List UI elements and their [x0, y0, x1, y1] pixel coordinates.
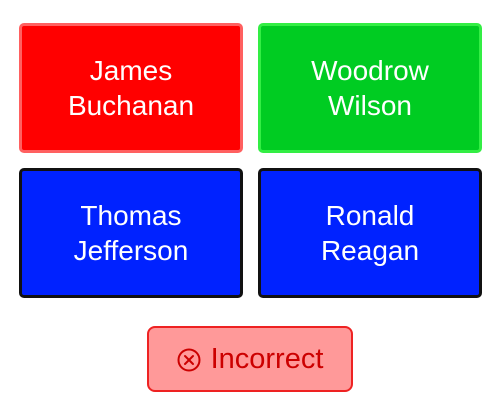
quiz-panel: James Buchanan Woodrow Wilson Thomas Jef… — [0, 0, 500, 412]
x-circle-icon — [177, 347, 201, 372]
answer-choice-label: James Buchanan — [67, 55, 195, 121]
answer-choice-button[interactable]: James Buchanan — [19, 23, 243, 153]
answer-choice-label: Woodrow Wilson — [311, 55, 429, 121]
answer-choice-label: Thomas Jefferson — [73, 200, 189, 266]
answer-choice-button[interactable]: Woodrow Wilson — [258, 23, 482, 153]
answer-choice-button[interactable]: Thomas Jefferson — [19, 168, 243, 298]
answer-choice-label: Ronald Reagan — [320, 200, 420, 266]
result-feedback-badge: Incorrect — [147, 326, 353, 392]
answer-choice-button[interactable]: Ronald Reagan — [258, 168, 482, 298]
result-label: Incorrect — [210, 342, 324, 375]
